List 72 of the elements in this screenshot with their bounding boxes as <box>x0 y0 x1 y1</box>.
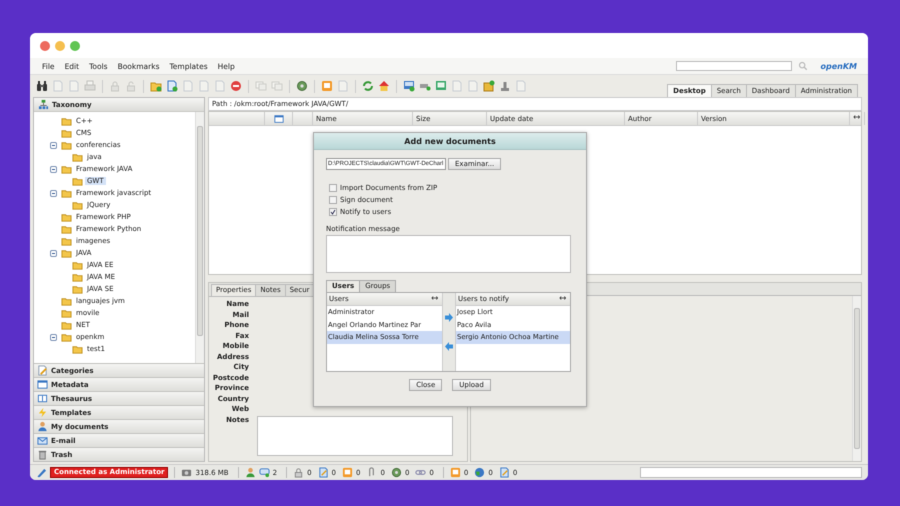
checkbox[interactable] <box>329 184 337 192</box>
collapse-toggle[interactable] <box>50 334 57 340</box>
folder-icon <box>61 248 72 258</box>
taxonomy-icon <box>38 99 49 110</box>
zoom-button[interactable] <box>70 40 80 50</box>
pencil-icon <box>36 467 47 478</box>
collapse-toggle[interactable] <box>50 190 57 196</box>
collapse-toggle[interactable] <box>50 142 57 148</box>
document-plus-icon[interactable] <box>166 80 178 92</box>
table-icon <box>37 379 48 390</box>
delete-icon[interactable] <box>230 80 242 92</box>
search-icon[interactable] <box>798 61 808 71</box>
column-icon <box>274 114 284 124</box>
folder-icon <box>61 332 72 342</box>
folder-icon <box>61 116 72 126</box>
collapse-toggle[interactable] <box>50 166 57 172</box>
folder-icon <box>61 224 72 234</box>
status-field[interactable] <box>640 467 862 478</box>
collapse-toggle[interactable] <box>50 250 57 256</box>
folder-icon <box>61 140 72 150</box>
folder-icon <box>61 128 72 138</box>
home-icon[interactable] <box>378 80 390 92</box>
folder-icon <box>72 284 83 294</box>
package-icon[interactable] <box>483 80 495 92</box>
logo: openKM <box>820 62 857 70</box>
link-icon[interactable] <box>415 467 426 478</box>
folder-icon <box>61 212 72 222</box>
folder-icon <box>61 320 72 330</box>
close-button[interactable] <box>40 40 50 50</box>
folder-icon <box>72 344 83 354</box>
note-icon[interactable] <box>450 467 461 478</box>
note-icon[interactable] <box>342 467 353 478</box>
book-icon <box>37 393 48 404</box>
move-left-icon[interactable] <box>445 342 453 351</box>
refresh-icon[interactable] <box>362 80 374 92</box>
checkbox[interactable] <box>329 196 337 204</box>
folder-icon <box>72 176 83 186</box>
person-icon <box>37 421 48 432</box>
globe-icon[interactable] <box>474 467 486 478</box>
search-field[interactable] <box>676 61 792 71</box>
user-icon[interactable] <box>244 467 256 478</box>
scrollbar[interactable] <box>195 112 204 363</box>
gear-icon[interactable] <box>296 80 308 92</box>
message-field[interactable] <box>326 235 571 273</box>
folder-icon <box>72 272 83 282</box>
folder-icon <box>61 296 72 306</box>
monitor-plus-icon[interactable] <box>403 80 415 92</box>
move-right-icon[interactable] <box>445 313 453 322</box>
chat-icon[interactable] <box>258 467 270 478</box>
folder-icon <box>72 260 83 270</box>
note-icon[interactable] <box>321 80 333 92</box>
folder-icon <box>61 164 72 174</box>
gear-icon[interactable] <box>390 467 402 478</box>
folder-icon <box>72 200 83 210</box>
stamp-icon[interactable] <box>499 80 511 92</box>
folder-icon <box>61 308 72 318</box>
dialog-title: Add new documents <box>314 133 586 150</box>
envelope-icon <box>37 435 48 446</box>
checkbox[interactable] <box>329 208 337 216</box>
minimize-button[interactable] <box>55 40 65 50</box>
padlock-icon[interactable] <box>293 467 304 478</box>
scrollbar[interactable] <box>852 296 861 461</box>
folder-icon <box>72 152 83 162</box>
notes-field[interactable] <box>257 416 453 456</box>
folder-icon <box>61 188 72 198</box>
pencil-icon <box>37 365 48 376</box>
folder-plus-icon[interactable] <box>150 80 162 92</box>
edit-icon[interactable] <box>498 467 510 478</box>
folder-icon <box>61 236 72 246</box>
edit-icon[interactable] <box>318 467 329 478</box>
monitor-icon[interactable] <box>435 80 447 92</box>
binoculars-icon[interactable] <box>36 80 48 92</box>
